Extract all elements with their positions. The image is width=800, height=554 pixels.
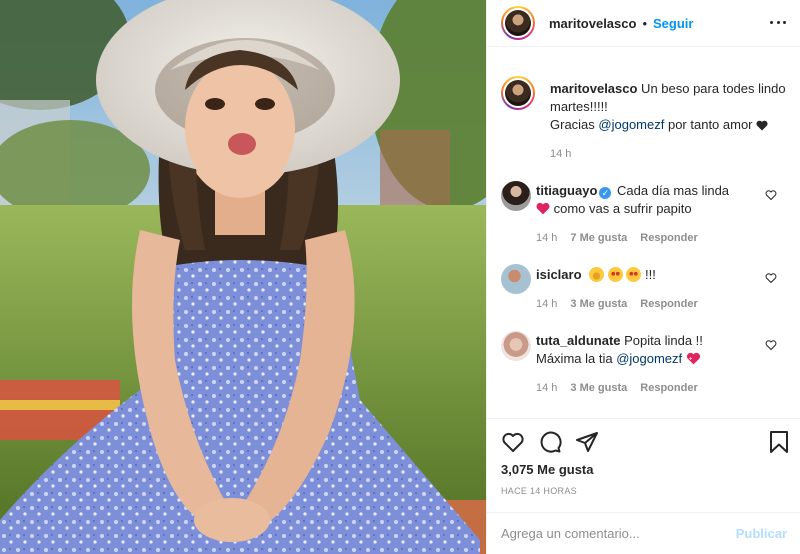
- comment-likes[interactable]: 7 Me gusta: [570, 232, 627, 244]
- black-heart-icon: [756, 120, 768, 131]
- comment-text: isiclaro !!!: [536, 264, 791, 284]
- commenter-username[interactable]: isiclaro: [536, 267, 582, 282]
- author-avatar[interactable]: [501, 6, 535, 40]
- comment-time[interactable]: 14 h: [536, 298, 557, 310]
- follow-button[interactable]: Seguir: [653, 16, 693, 31]
- heart-outline-icon[interactable]: [501, 430, 525, 454]
- comment-line1: !!!: [641, 267, 656, 282]
- red-heart-emoji-icon: [536, 202, 550, 215]
- bookmark-icon[interactable]: [767, 430, 791, 454]
- action-icons: [501, 430, 599, 454]
- comment-likes[interactable]: 3 Me gusta: [570, 298, 627, 310]
- reply-button[interactable]: Responder: [640, 232, 697, 244]
- likes-count[interactable]: 3,075 Me gusta: [501, 462, 594, 477]
- like-comment-heart-icon[interactable]: [765, 189, 777, 201]
- sparkling-heart-emoji-icon: [686, 352, 700, 365]
- comment-line2: Máxima la tia: [536, 351, 617, 366]
- save-post-button[interactable]: [767, 430, 791, 457]
- commenter-avatar[interactable]: [501, 264, 531, 294]
- commenter-username[interactable]: tuta_aldunate: [536, 333, 621, 348]
- caption-time[interactable]: 14 h: [550, 148, 791, 160]
- comment-line1: Popita linda !!: [620, 333, 703, 348]
- commenter-avatar[interactable]: [501, 331, 531, 361]
- post-actions: 3,075 Me gusta HACE 14 HORAS: [487, 418, 800, 510]
- comment-item: tuta_aldunate Popita linda !! Máxima la …: [501, 331, 791, 394]
- comment-input[interactable]: Agrega un comentario...: [501, 526, 736, 541]
- post-caption: maritovelasco Un beso para todes lindo m…: [501, 76, 791, 160]
- comment-bubble-icon[interactable]: [538, 430, 562, 454]
- comment-line1: Cada día mas linda: [613, 183, 730, 198]
- caption-username[interactable]: maritovelasco: [550, 81, 637, 96]
- like-comment-heart-icon[interactable]: [765, 272, 777, 284]
- comment-composer: Agrega un comentario... Publicar: [487, 512, 800, 554]
- reply-button[interactable]: Responder: [640, 298, 697, 310]
- reply-button[interactable]: Responder: [640, 382, 697, 394]
- comment-mention[interactable]: @jogomezf: [616, 351, 682, 366]
- star-struck-emoji-icon: [607, 267, 623, 282]
- post-photo-illustration: [0, 0, 486, 554]
- comment-time[interactable]: 14 h: [536, 232, 557, 244]
- header-separator: •: [642, 15, 647, 31]
- comment-text: tuta_aldunate Popita linda !! Máxima la …: [536, 331, 791, 368]
- instagram-post-modal: maritovelasco • Seguir maritovelasco Un …: [0, 0, 800, 554]
- commenter-username[interactable]: titiaguayo: [536, 183, 597, 198]
- comment-line2: como vas a sufrir papito: [550, 201, 692, 216]
- post-time-ago[interactable]: HACE 14 HORAS: [501, 486, 577, 496]
- commenter-avatar[interactable]: [501, 181, 531, 211]
- comment-item: isiclaro !!! 14 h 3 Me gusta Responder: [501, 264, 791, 310]
- paper-plane-icon[interactable]: [575, 430, 599, 454]
- caption-avatar[interactable]: [501, 76, 535, 110]
- comment-meta: 14 h 7 Me gusta Responder: [536, 232, 791, 244]
- comment-likes[interactable]: 3 Me gusta: [570, 382, 627, 394]
- post-header: maritovelasco • Seguir: [487, 0, 800, 47]
- comment-time[interactable]: 14 h: [536, 382, 557, 394]
- publish-button[interactable]: Publicar: [736, 526, 787, 541]
- caption-text-line3: por tanto amor: [664, 117, 753, 132]
- post-photo[interactable]: [0, 0, 486, 554]
- smiling-face-emoji-icon: [589, 267, 605, 282]
- caption-mention[interactable]: @jogomezf: [598, 117, 664, 132]
- more-options-icon[interactable]: [770, 14, 786, 30]
- comment-text: titiaguayo ✓ Cada día mas linda como vas …: [536, 181, 791, 218]
- like-comment-heart-icon[interactable]: [765, 339, 777, 351]
- author-username[interactable]: maritovelasco: [549, 16, 636, 31]
- comment-item: titiaguayo ✓ Cada día mas linda como vas …: [501, 181, 791, 244]
- caption-text-line2: Gracias: [550, 117, 599, 132]
- star-struck-emoji-icon: [626, 267, 642, 282]
- comment-meta: 14 h 3 Me gusta Responder: [536, 382, 791, 394]
- comment-meta: 14 h 3 Me gusta Responder: [536, 298, 791, 310]
- verified-badge-icon: ✓: [599, 187, 612, 199]
- caption-text: maritovelasco Un beso para todes lindo m…: [550, 76, 791, 134]
- post-side-panel: maritovelasco • Seguir maritovelasco Un …: [486, 0, 800, 554]
